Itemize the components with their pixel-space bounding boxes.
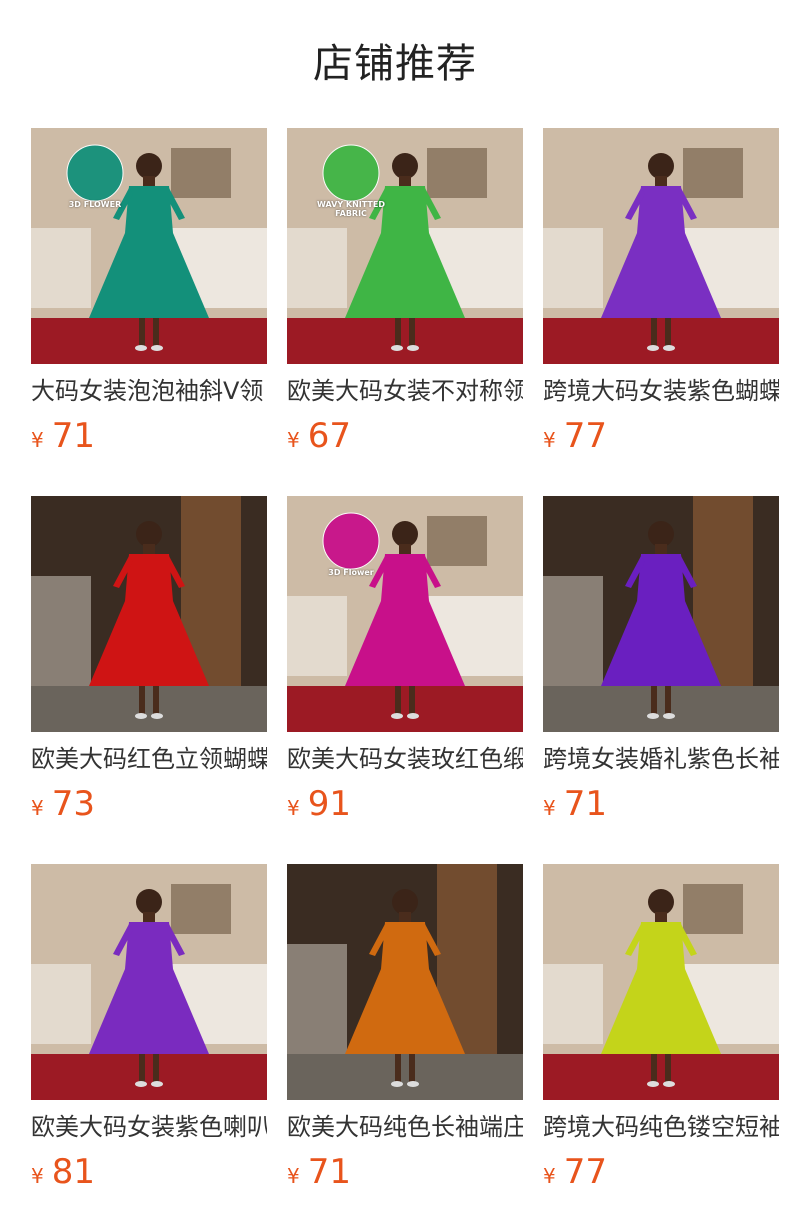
product-image-badge: 3D Flower [328,568,374,577]
product-card[interactable]: 跨境女装婚礼紫色长袖 ¥71 [543,496,779,864]
product-image[interactable] [543,864,779,1100]
product-card[interactable]: 跨境大码女装紫色蝴蝶 ¥77 [543,128,779,496]
product-card[interactable]: 欧美大码纯色长袖端庄 ¥71 [287,864,523,1232]
product-title[interactable]: 欧美大码红色立领蝴蝶 [31,744,267,774]
product-title[interactable]: 跨境大码纯色镂空短袖 [543,1112,779,1142]
product-image[interactable]: 3D FLOWER [31,128,267,364]
currency-symbol: ¥ [543,1164,556,1188]
product-image-badge: 3D FLOWER [68,200,122,209]
product-title[interactable]: 欧美大码女装不对称领 [287,376,523,406]
product-card[interactable]: WAVY KNITTED FABRIC 欧美大码女装不对称领 ¥67 [287,128,523,496]
price-amount: 81 [51,1152,95,1192]
price-amount: 91 [307,784,351,824]
price-amount: 71 [51,416,95,456]
product-title[interactable]: 跨境女装婚礼紫色长袖 [543,744,779,774]
product-price: ¥91 [287,784,523,824]
currency-symbol: ¥ [31,796,44,820]
currency-symbol: ¥ [543,796,556,820]
price-amount: 71 [563,784,607,824]
product-image[interactable]: WAVY KNITTED FABRIC [287,128,523,364]
product-title[interactable]: 欧美大码女装紫色喇叭 [31,1112,267,1142]
product-price: ¥67 [287,416,523,456]
product-card[interactable]: 3D FLOWER 大码女装泡泡袖斜V领 ¥71 [31,128,267,496]
product-title[interactable]: 跨境大码女装紫色蝴蝶 [543,376,779,406]
product-image[interactable] [31,864,267,1100]
product-card[interactable]: 欧美大码女装紫色喇叭 ¥81 [31,864,267,1232]
product-grid: 3D FLOWER 大码女装泡泡袖斜V领 ¥71 WAVY KNITTED FABRI… [31,128,779,1232]
product-price: ¥81 [31,1152,267,1192]
product-image[interactable]: 3D Flower [287,496,523,732]
currency-symbol: ¥ [31,428,44,452]
currency-symbol: ¥ [31,1164,44,1188]
product-price: ¥71 [31,416,267,456]
product-price: ¥73 [31,784,267,824]
currency-symbol: ¥ [287,428,300,452]
product-card[interactable]: 跨境大码纯色镂空短袖 ¥77 [543,864,779,1232]
product-card[interactable]: 3D Flower 欧美大码女装玫红色缎 ¥91 [287,496,523,864]
currency-symbol: ¥ [543,428,556,452]
product-image[interactable] [287,864,523,1100]
price-amount: 73 [51,784,95,824]
product-price: ¥77 [543,1152,779,1192]
price-amount: 77 [563,416,607,456]
product-card[interactable]: 欧美大码红色立领蝴蝶 ¥73 [31,496,267,864]
product-title[interactable]: 欧美大码女装玫红色缎 [287,744,523,774]
price-amount: 67 [307,416,351,456]
currency-symbol: ¥ [287,1164,300,1188]
product-title[interactable]: 大码女装泡泡袖斜V领 [31,376,267,406]
product-image[interactable] [543,496,779,732]
price-amount: 71 [307,1152,351,1192]
product-image-badge: WAVY KNITTED FABRIC [317,200,385,218]
currency-symbol: ¥ [287,796,300,820]
page-title: 店铺推荐 [313,41,477,87]
product-title[interactable]: 欧美大码纯色长袖端庄 [287,1112,523,1142]
price-amount: 77 [563,1152,607,1192]
product-image[interactable] [31,496,267,732]
product-price: ¥77 [543,416,779,456]
product-price: ¥71 [287,1152,523,1192]
product-price: ¥71 [543,784,779,824]
product-image[interactable] [543,128,779,364]
